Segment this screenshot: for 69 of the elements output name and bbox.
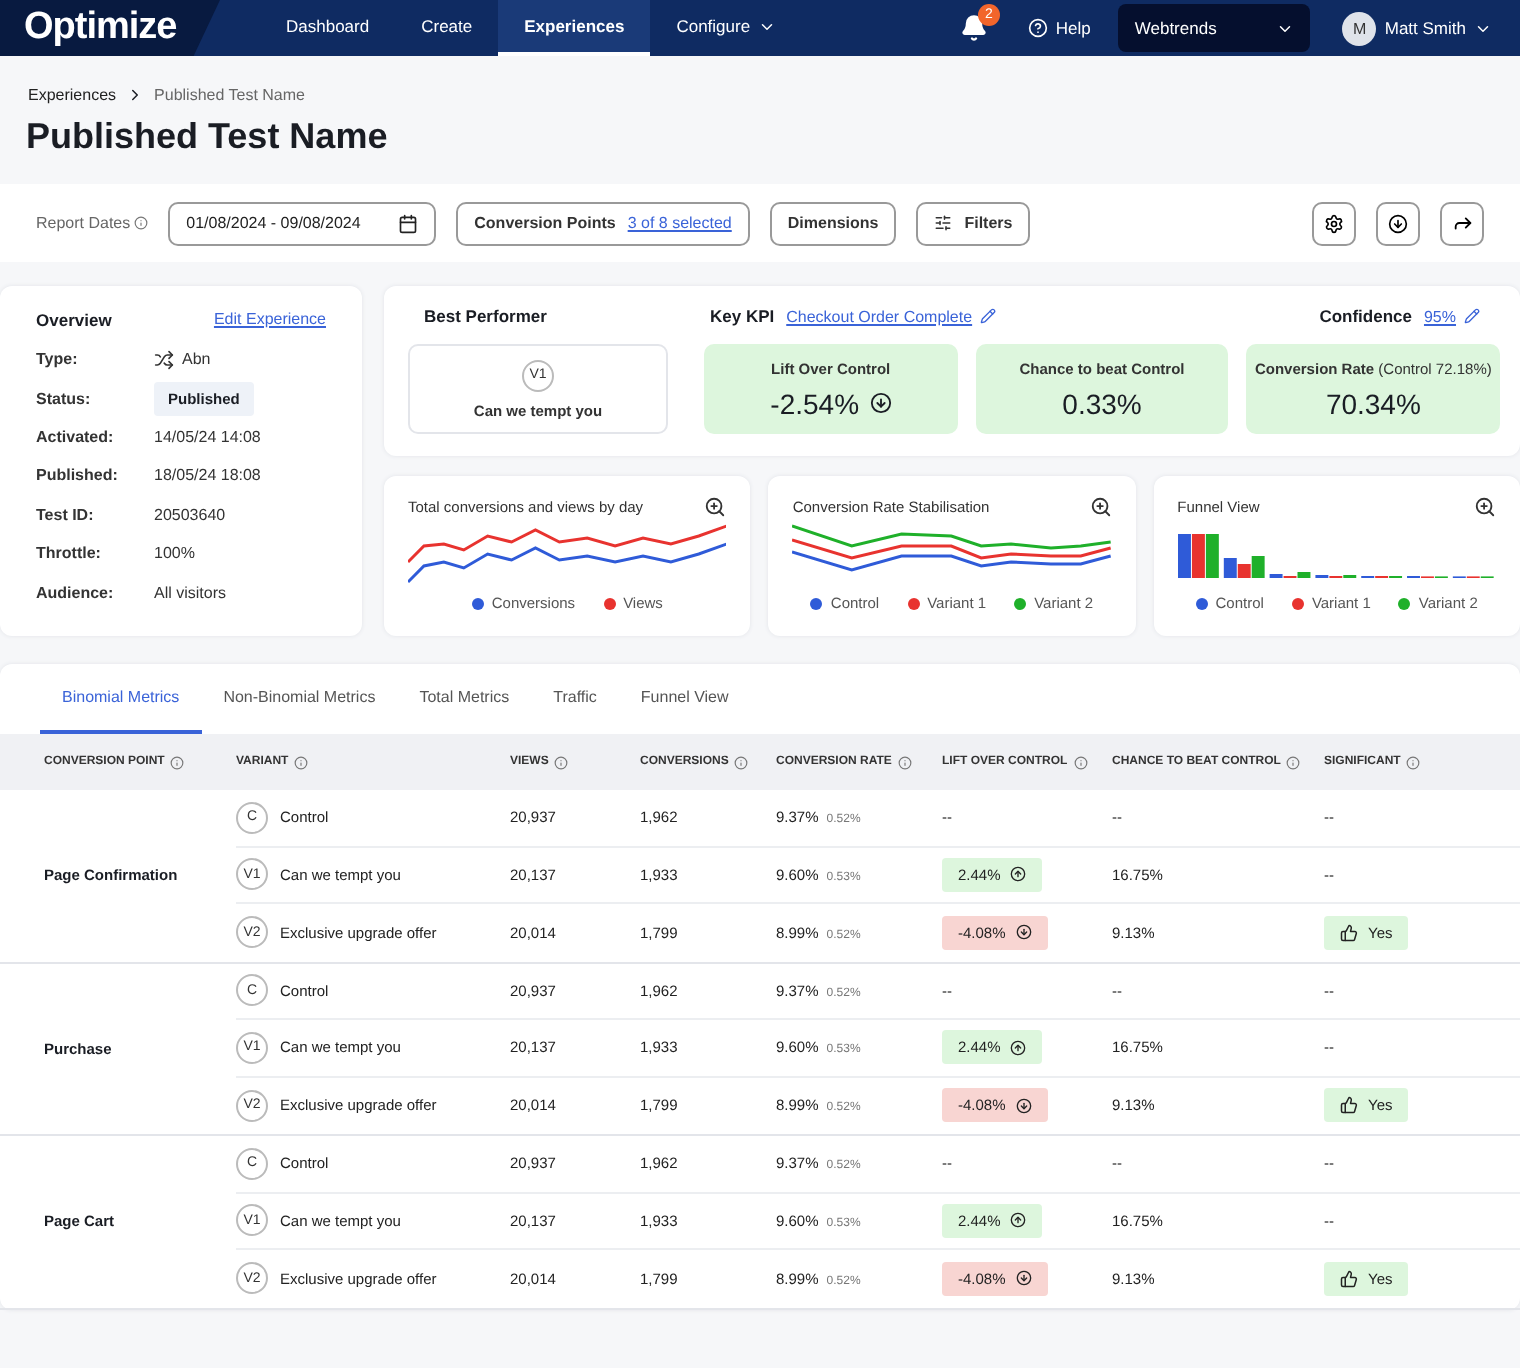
key-kpi-link[interactable]: Checkout Order Complete: [786, 307, 973, 325]
zoom-icon[interactable]: [1473, 496, 1496, 518]
dimensions-button[interactable]: Dimensions: [769, 201, 897, 245]
bell-icon[interactable]: [959, 14, 988, 42]
tab[interactable]: Traffic: [531, 664, 619, 734]
conversion-points-button[interactable]: Conversion Points 3 of 8 selected: [456, 201, 750, 245]
user-menu[interactable]: M Matt Smith: [1330, 9, 1504, 47]
sliders-icon: [934, 214, 953, 232]
shuffle-icon: [154, 349, 174, 370]
help-link[interactable]: Help: [1027, 18, 1091, 38]
info-icon: [1406, 755, 1421, 769]
info-icon: [1286, 755, 1301, 769]
field-label: Test ID:: [36, 505, 96, 524]
info-icon: [897, 755, 912, 769]
metric-value: -2.54%: [770, 387, 860, 419]
arrow-down-icon: [869, 392, 892, 414]
zoom-icon[interactable]: [1089, 496, 1112, 518]
help-icon: [1027, 18, 1048, 38]
tab[interactable]: Total Metrics: [397, 664, 532, 734]
info-icon: [170, 755, 185, 769]
field-label: Audience:: [36, 583, 116, 602]
page-title: Published Test Name: [24, 114, 390, 160]
breadcrumb-link[interactable]: Experiences: [28, 86, 117, 104]
info-icon: [294, 755, 309, 769]
selection-link[interactable]: 3 of 8 selected: [627, 214, 732, 232]
edit-experience-link[interactable]: Edit Experience: [213, 310, 326, 330]
settings-icon: [1324, 213, 1344, 233]
field-value: 100%: [154, 544, 195, 563]
info-icon: [134, 216, 149, 230]
report-dates-label: Report Dates: [36, 214, 131, 232]
best-performer-title: Best Performer: [422, 306, 549, 326]
filters-button[interactable]: Filters: [916, 201, 1031, 245]
nav-item[interactable]: Dashboard: [260, 0, 396, 56]
metric-value: 70.34%: [1325, 387, 1421, 419]
calendar-icon: [398, 213, 419, 233]
field-label: Status:: [36, 389, 93, 408]
field-label: Activated:: [36, 428, 116, 447]
edit-icon[interactable]: [980, 308, 997, 324]
confidence-label: Confidence: [1319, 306, 1412, 326]
breadcrumb-current: Published Test Name: [154, 86, 305, 104]
settings-button[interactable]: [1312, 201, 1356, 245]
nav-item[interactable]: Create: [395, 0, 499, 56]
info-icon: [1073, 755, 1088, 769]
field-value: 20503640: [154, 505, 226, 524]
field-label: Throttle:: [36, 544, 103, 563]
account-dropdown[interactable]: Webtrends: [1118, 4, 1311, 52]
share-icon: [1451, 212, 1473, 234]
nav-item[interactable]: Configure: [650, 0, 803, 56]
download-icon: [1388, 213, 1408, 233]
field-value: Abn: [182, 350, 211, 369]
tab[interactable]: Non-Binomial Metrics: [201, 664, 398, 734]
edit-icon[interactable]: [1464, 308, 1480, 324]
field-label: Published:: [36, 466, 120, 485]
field-value: All visitors: [154, 583, 227, 602]
key-kpi-label: Key KPI: [710, 306, 775, 326]
zoom-icon[interactable]: [704, 496, 727, 518]
date-range-field[interactable]: 01/08/2024 - 09/08/2024: [168, 201, 437, 245]
field-label: Type:: [36, 350, 80, 369]
share-button[interactable]: [1440, 201, 1484, 245]
metric-value: 0.33%: [1062, 387, 1142, 419]
download-button[interactable]: [1376, 201, 1420, 245]
field-value: 14/05/24 14:08: [154, 428, 261, 447]
field-value: 18/05/24 18:08: [154, 466, 261, 485]
overview-title: Overview: [36, 310, 112, 330]
info-icon: [554, 755, 569, 769]
nav-item[interactable]: Experiences: [498, 0, 651, 56]
tab[interactable]: Funnel View: [618, 664, 751, 734]
info-icon: [734, 755, 749, 769]
confidence-link[interactable]: 95%: [1423, 307, 1456, 325]
